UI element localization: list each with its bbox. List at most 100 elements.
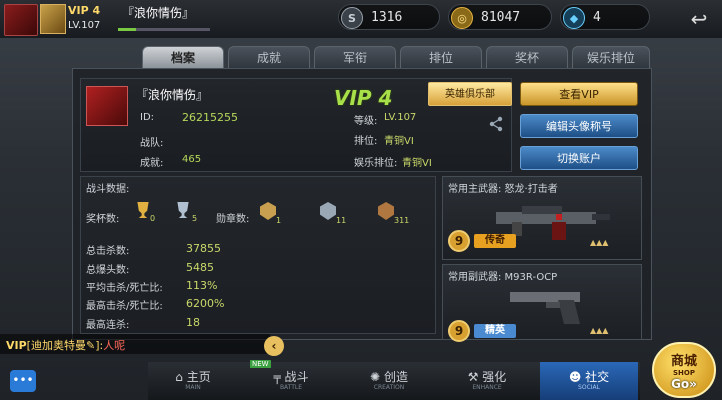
hammer-icon: ⚒ bbox=[467, 370, 479, 384]
collapse-chat-icon[interactable]: ‹ bbox=[264, 336, 284, 356]
stat-label-max-streak: 最高连杀: bbox=[86, 320, 130, 331]
gold-trophy-count: 0 bbox=[150, 214, 156, 223]
tab-fun-ranking[interactable]: 娱乐排位 bbox=[572, 46, 650, 68]
gold-value: 81047 bbox=[481, 10, 521, 25]
nav-main-label: 主页 bbox=[186, 370, 211, 384]
level-field-value: LV.107 bbox=[384, 112, 417, 123]
back-icon[interactable]: ↩ bbox=[686, 6, 712, 32]
achievement-label: 成就: bbox=[140, 158, 164, 169]
silver-coin-icon: S bbox=[341, 7, 363, 29]
nav-social-label: 社交 bbox=[585, 370, 610, 384]
game-screen: VIP 4 LV.107 『浪你情伤』 S 1316 ◎ 81047 ◆ 4 ↩… bbox=[0, 0, 722, 400]
chat-bubble-icon[interactable]: ••• bbox=[10, 370, 36, 392]
chat-message-line: VIP[迪加奥特曼✎]:人呢 bbox=[6, 337, 125, 353]
profile-picture bbox=[86, 86, 128, 126]
diamond-value: 4 bbox=[593, 10, 601, 25]
trophy-count-label: 奖杯数: bbox=[86, 214, 120, 225]
primary-weapon-title: 常用主武器: 怒龙·打击者 bbox=[448, 184, 558, 195]
primary-weapon-stars: ▲▲▲ bbox=[590, 238, 609, 247]
gun-icon: ╤ bbox=[273, 370, 281, 384]
stat-label-headshots: 总爆头数: bbox=[86, 265, 130, 276]
pen-icon: ✎ bbox=[85, 339, 96, 352]
nav-enhance[interactable]: ⚒ 强化 ENHANCE bbox=[446, 362, 528, 400]
stat-value-total-kills: 37855 bbox=[186, 242, 221, 255]
gold-medal-count: 1 bbox=[276, 216, 282, 225]
nav-battle-label: 战斗 bbox=[284, 370, 309, 384]
tab-profile[interactable]: 档案 bbox=[142, 46, 224, 68]
vip-label: VIP 4 bbox=[68, 4, 101, 17]
player-nickname: 『浪你情伤』 bbox=[122, 6, 195, 20]
secondary-weapon-stars: ▲▲▲ bbox=[590, 326, 609, 335]
nav-creation-sub: CREATION bbox=[373, 384, 405, 391]
share-icon[interactable] bbox=[488, 116, 504, 132]
nav-main-sub: MAIN bbox=[185, 384, 201, 391]
chat-text: 人呢 bbox=[103, 339, 126, 352]
level-field-label: 等级: bbox=[354, 116, 378, 127]
bulb-icon: ✺ bbox=[370, 370, 381, 384]
diamond-currency[interactable]: ◆ 4 bbox=[560, 4, 650, 30]
nav-creation[interactable]: ✺ 创造 CREATION bbox=[348, 362, 430, 400]
secondary-weapon-title: 常用副武器: M93R-OCP bbox=[448, 272, 558, 283]
hero-club-button[interactable]: 英雄俱乐部 bbox=[428, 82, 512, 106]
secondary-weapon-level: 9 bbox=[448, 320, 470, 342]
edit-avatar-title-button[interactable]: 编辑头像称号 bbox=[520, 114, 638, 138]
nav-social-sub: SOCIAL bbox=[578, 384, 600, 391]
nav-enhance-sub: ENHANCE bbox=[472, 384, 502, 391]
people-icon: ☻ bbox=[568, 370, 582, 384]
nav-battle-new-badge: NEW bbox=[250, 360, 271, 368]
player-avatar[interactable] bbox=[4, 4, 38, 36]
diamond-icon: ◆ bbox=[563, 7, 585, 29]
primary-weapon-grade: 传奇 bbox=[474, 234, 516, 248]
tab-trophies[interactable]: 奖杯 bbox=[486, 46, 568, 68]
shop-button[interactable]: 商城 SHOP Go» bbox=[652, 342, 716, 398]
stat-label-avg-kd: 平均击杀/死亡比: bbox=[86, 283, 163, 294]
gold-currency[interactable]: ◎ 81047 bbox=[448, 4, 552, 30]
chat-vip-prefix: VIP bbox=[6, 339, 27, 352]
rank-field-label: 排位: bbox=[354, 136, 378, 147]
tab-military-rank[interactable]: 军衔 bbox=[314, 46, 396, 68]
nav-social[interactable]: ☻ 社交 SOCIAL bbox=[540, 362, 638, 400]
nav-battle-sub: BATTLE bbox=[279, 384, 303, 391]
secondary-weapon-image bbox=[510, 292, 580, 324]
nav-creation-label: 创造 bbox=[383, 370, 408, 384]
primary-weapon-level: 9 bbox=[448, 230, 470, 252]
vip-badge: VIP 4 bbox=[334, 86, 393, 110]
shop-sub: SHOP bbox=[673, 369, 695, 377]
bronze-medal-count: 311 bbox=[394, 216, 410, 225]
stat-value-avg-kd: 113% bbox=[186, 279, 218, 292]
level-label: LV.107 bbox=[68, 20, 101, 31]
gold-coin-icon: ◎ bbox=[451, 7, 473, 29]
team-label: 战队: bbox=[140, 138, 164, 149]
stat-value-headshots: 5485 bbox=[186, 261, 214, 274]
view-vip-button[interactable]: 查看VIP bbox=[520, 82, 638, 106]
rank-emblem-icon bbox=[40, 4, 66, 34]
nav-main[interactable]: ⌂ 主页 MAIN bbox=[152, 362, 234, 400]
stat-label-total-kills: 总击杀数: bbox=[86, 246, 130, 257]
switch-account-button[interactable]: 切换账户 bbox=[520, 146, 638, 170]
stat-label-max-kd: 最高击杀/死亡比: bbox=[86, 301, 163, 312]
stat-value-max-streak: 18 bbox=[186, 316, 200, 329]
silver-medal-count: 11 bbox=[336, 216, 347, 225]
stats-title: 战斗数据: bbox=[86, 184, 130, 195]
tab-ranking[interactable]: 排位 bbox=[400, 46, 482, 68]
silver-value: 1316 bbox=[371, 10, 403, 25]
tab-achievements[interactable]: 成就 bbox=[228, 46, 310, 68]
nav-enhance-label: 强化 bbox=[482, 370, 507, 384]
id-value: 26215255 bbox=[182, 111, 238, 124]
fun-rank-field-value: 青铜VI bbox=[402, 158, 432, 169]
stat-value-max-kd: 6200% bbox=[186, 297, 225, 310]
rank-field-value: 青铜VI bbox=[384, 136, 414, 147]
chat-separator: ]: bbox=[95, 339, 104, 352]
profile-name: 『浪你情伤』 bbox=[136, 88, 209, 102]
silver-currency[interactable]: S 1316 bbox=[338, 4, 440, 30]
shop-go: Go» bbox=[671, 377, 697, 391]
exp-progress-fill bbox=[118, 28, 137, 31]
shop-label: 商城 bbox=[670, 354, 697, 369]
fun-rank-field-label: 娱乐排位: bbox=[354, 158, 398, 169]
chat-sender: [迪加奥特曼 bbox=[26, 339, 86, 352]
medal-count-label: 勋章数: bbox=[216, 214, 250, 225]
secondary-weapon-grade: 精英 bbox=[474, 324, 516, 338]
silver-trophy-count: 5 bbox=[192, 214, 198, 223]
achievement-value: 465 bbox=[182, 154, 202, 165]
nav-battle[interactable]: NEW ╤ 战斗 BATTLE bbox=[250, 360, 332, 400]
